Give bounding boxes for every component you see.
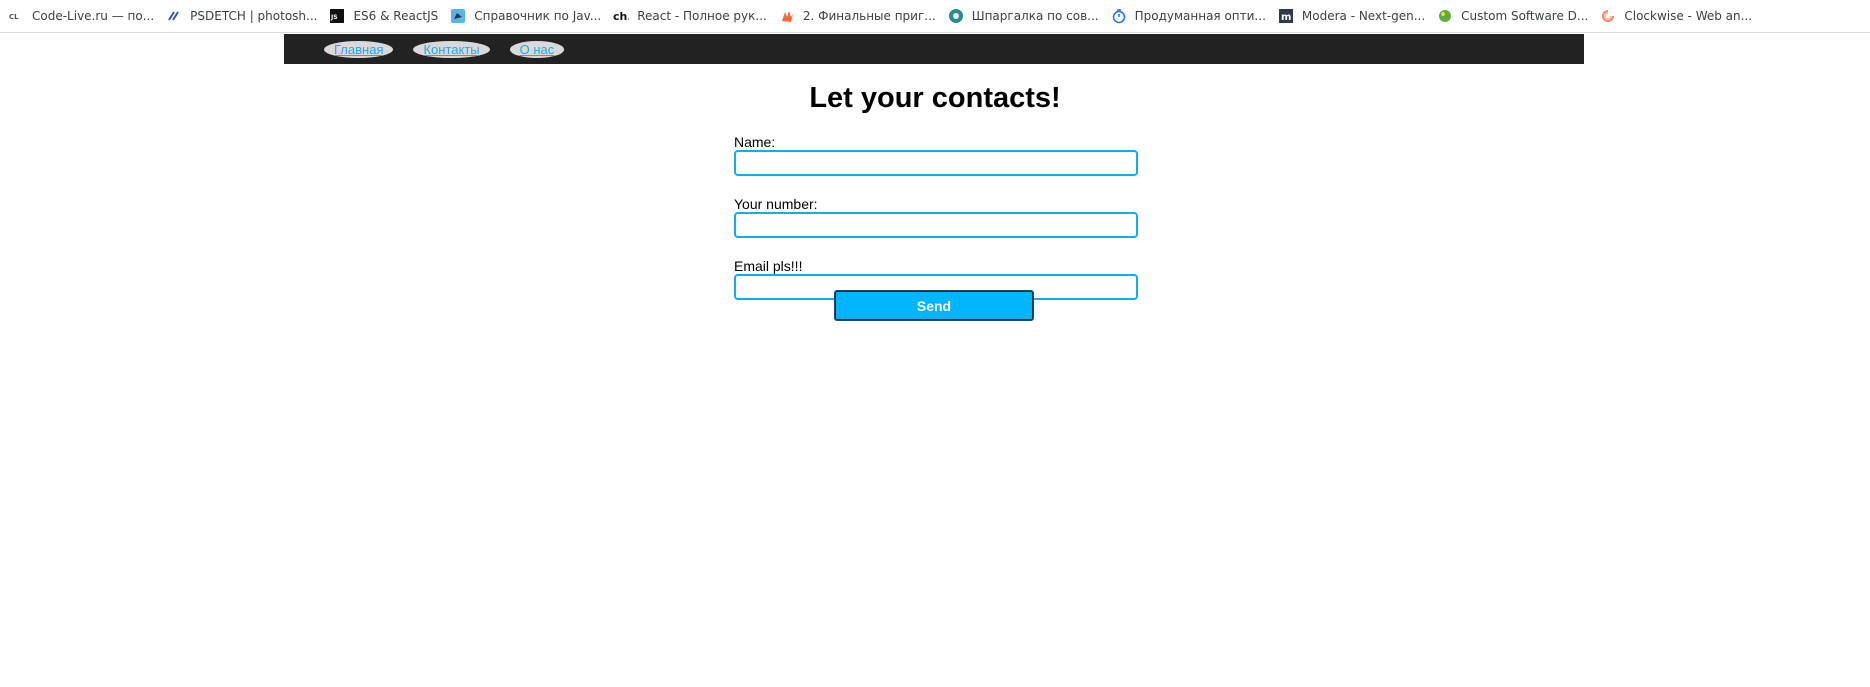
bookmark-label: 2. Финальные приг... [802,9,936,23]
bookmark-clockwise[interactable]: Clockwise - Web an... [1600,4,1760,28]
page-title: Let your contacts! [809,82,1061,114]
email-label: Email pls!!! [734,258,803,274]
stopwatch-icon [1111,8,1127,24]
contact-form: Name: Your number: Email pls!!! Send [734,134,1138,321]
name-input[interactable] [734,150,1138,176]
nav-link-home[interactable]: Главная [324,40,394,58]
hand-icon [779,8,795,24]
bookmarks-bar: CL Code-Live.ru — по... PSDETCH | photos… [0,0,1870,33]
clockwise-icon [1600,8,1616,24]
number-label: Your number: [734,196,818,212]
cheatsheet-icon [948,8,964,24]
main-content: Let your contacts! Name: Your number: Em… [0,64,1870,321]
bookmark-custom-software[interactable]: Custom Software D... [1437,4,1596,28]
nav-link-about[interactable]: О нас [509,40,565,58]
bookmark-label: Справочник по Jav... [474,9,602,23]
name-label: Name: [734,134,776,150]
nav-link-contacts[interactable]: Контакты [413,40,490,58]
bookmark-label: React - Полное рук... [637,9,767,23]
modera-icon: m [1278,8,1294,24]
bookmark-optimization[interactable]: Продуманная опти... [1111,4,1274,28]
bookmark-cheatsheet[interactable]: Шпаргалка по сов... [948,4,1107,28]
bookmark-react-guide[interactable]: ch. React - Полное рук... [613,4,775,28]
bookmark-label: Code-Live.ru — по... [32,9,155,23]
bookmark-es6-react[interactable]: JS ES6 & ReactJS [329,4,446,28]
javascript-reference-icon [450,8,466,24]
bookmark-javascript-reference[interactable]: Справочник по Jav... [450,4,609,28]
ch-icon: ch. [613,8,629,24]
bookmark-label: Продуманная опти... [1134,9,1266,23]
bookmark-code-live[interactable]: CL Code-Live.ru — по... [8,4,162,28]
bookmark-modera[interactable]: m Modera - Next-gen... [1278,4,1433,28]
send-button[interactable]: Send [834,290,1034,321]
bookmark-final[interactable]: 2. Финальные приг... [779,4,944,28]
bookmark-label: Шпаргалка по сов... [971,9,1099,23]
bookmark-label: Clockwise - Web an... [1624,9,1753,23]
es6-react-icon: JS [329,8,345,24]
site-nav: Главная Контакты О нас [284,34,1584,64]
bookmark-psdetch[interactable]: PSDETCH | photosh... [166,4,325,28]
svg-text:CL: CL [9,13,19,21]
bookmark-label: PSDETCH | photosh... [190,9,318,23]
psdetch-icon [166,8,182,24]
custom-software-icon [1437,8,1453,24]
code-live-icon: CL [8,8,24,24]
bookmark-label: Custom Software D... [1461,9,1589,23]
svg-text:m: m [1281,12,1291,23]
svg-text:JS: JS [330,14,338,21]
bookmark-label: Modera - Next-gen... [1301,9,1426,23]
svg-text:ch.: ch. [613,10,629,23]
number-input[interactable] [734,212,1138,238]
bookmark-label: ES6 & ReactJS [353,9,439,23]
